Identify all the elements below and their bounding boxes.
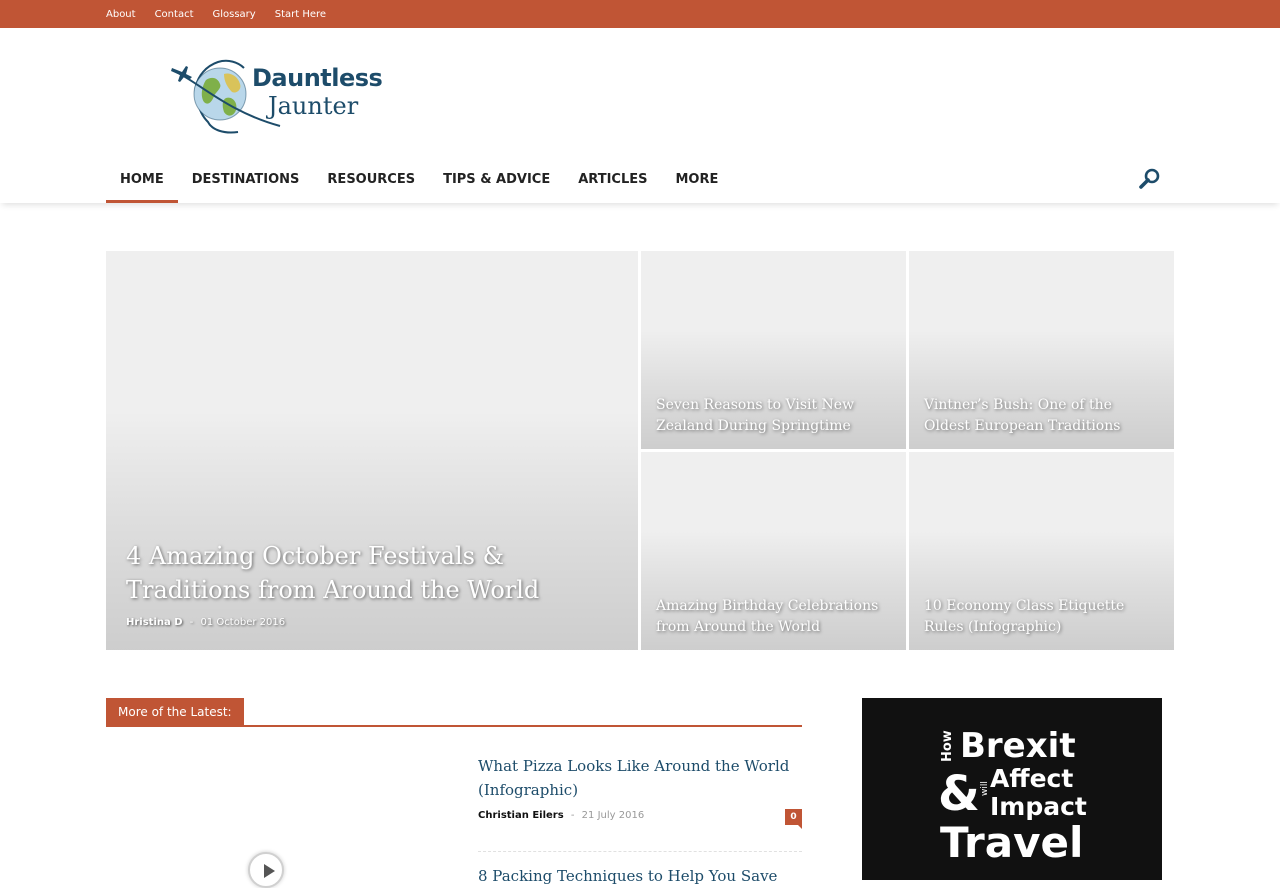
nav-home[interactable]: HOME <box>106 156 178 203</box>
nav-destinations[interactable]: DESTINATIONS <box>178 156 314 203</box>
top-link-contact[interactable]: Contact <box>155 9 194 20</box>
featured-tile-title[interactable]: Amazing Birthday Celebrations from Aroun… <box>656 596 886 638</box>
post-divider <box>478 851 802 852</box>
ad-text-how: How <box>940 730 955 762</box>
meta-separator: - <box>570 810 575 821</box>
play-icon[interactable] <box>248 852 284 888</box>
ad-text-brexit: Brexit <box>960 726 1076 766</box>
post-author[interactable]: Christian Eilers <box>478 810 564 821</box>
nav-more[interactable]: MORE <box>662 156 733 203</box>
ad-text-ampersand: & <box>938 766 980 822</box>
post-thumbnail[interactable] <box>106 748 430 888</box>
post-meta: Christian Eilers - 21 July 2016 <box>478 810 644 821</box>
latest-block-header: More of the Latest: <box>106 698 802 727</box>
tile-gradient <box>106 410 638 650</box>
featured-main-post[interactable]: 4 Amazing October Festivals & Traditions… <box>106 251 638 650</box>
featured-tile-4[interactable]: 10 Economy Class Etiquette Rules (Infogr… <box>909 452 1174 650</box>
site-logo[interactable]: Dauntless Jaunter <box>168 52 388 138</box>
featured-main-title[interactable]: 4 Amazing October Festivals & Traditions… <box>126 539 596 607</box>
featured-main-meta: Hristina D - 01 October 2016 <box>126 617 285 628</box>
ad-text-affect: Affect <box>990 764 1074 793</box>
meta-separator: - <box>189 617 194 628</box>
post-date: 01 October 2016 <box>200 617 286 628</box>
featured-tile-1[interactable]: Seven Reasons to Visit New Zealand Durin… <box>641 251 906 449</box>
main-nav: HOME DESTINATIONS RESOURCES TIPS & ADVIC… <box>0 156 1280 203</box>
featured-tile-3[interactable]: Amazing Birthday Celebrations from Aroun… <box>641 452 906 650</box>
sidebar-ad-banner[interactable]: How Brexit & will Affect Impact Travel <box>862 698 1162 880</box>
ad-text-will: will <box>980 781 990 796</box>
featured-tile-title[interactable]: Vintner’s Bush: One of the Oldest Europe… <box>924 395 1154 437</box>
featured-tile-title[interactable]: 10 Economy Class Etiquette Rules (Infogr… <box>924 596 1154 638</box>
post-title[interactable]: What Pizza Looks Like Around the World (… <box>478 754 798 802</box>
nav-articles[interactable]: ARTICLES <box>564 156 661 203</box>
featured-tile-2[interactable]: Vintner’s Bush: One of the Oldest Europe… <box>909 251 1174 449</box>
top-bar: About Contact Glossary Start Here <box>0 0 1280 28</box>
latest-heading: More of the Latest: <box>106 698 244 725</box>
nav-tips-advice[interactable]: TIPS & ADVICE <box>429 156 564 203</box>
post-date: 21 July 2016 <box>581 810 645 821</box>
logo-title-line2: Jaunter <box>268 92 359 120</box>
top-link-about[interactable]: About <box>106 9 136 20</box>
top-link-glossary[interactable]: Glossary <box>212 9 255 20</box>
nav-resources[interactable]: RESOURCES <box>313 156 429 203</box>
logo-title-line1: Dauntless <box>252 64 383 92</box>
post-author[interactable]: Hristina D <box>126 617 183 628</box>
post-title[interactable]: 8 Packing Techniques to Help You Save <box>478 864 798 888</box>
featured-tile-title[interactable]: Seven Reasons to Visit New Zealand Durin… <box>656 395 886 437</box>
top-link-start-here[interactable]: Start Here <box>275 9 326 20</box>
search-icon[interactable] <box>1138 166 1162 190</box>
ad-text-impact: Impact <box>990 792 1087 821</box>
ad-text-travel: Travel <box>940 818 1084 867</box>
comment-count-badge[interactable]: 0 <box>785 809 802 829</box>
top-links: About Contact Glossary Start Here <box>106 0 345 28</box>
